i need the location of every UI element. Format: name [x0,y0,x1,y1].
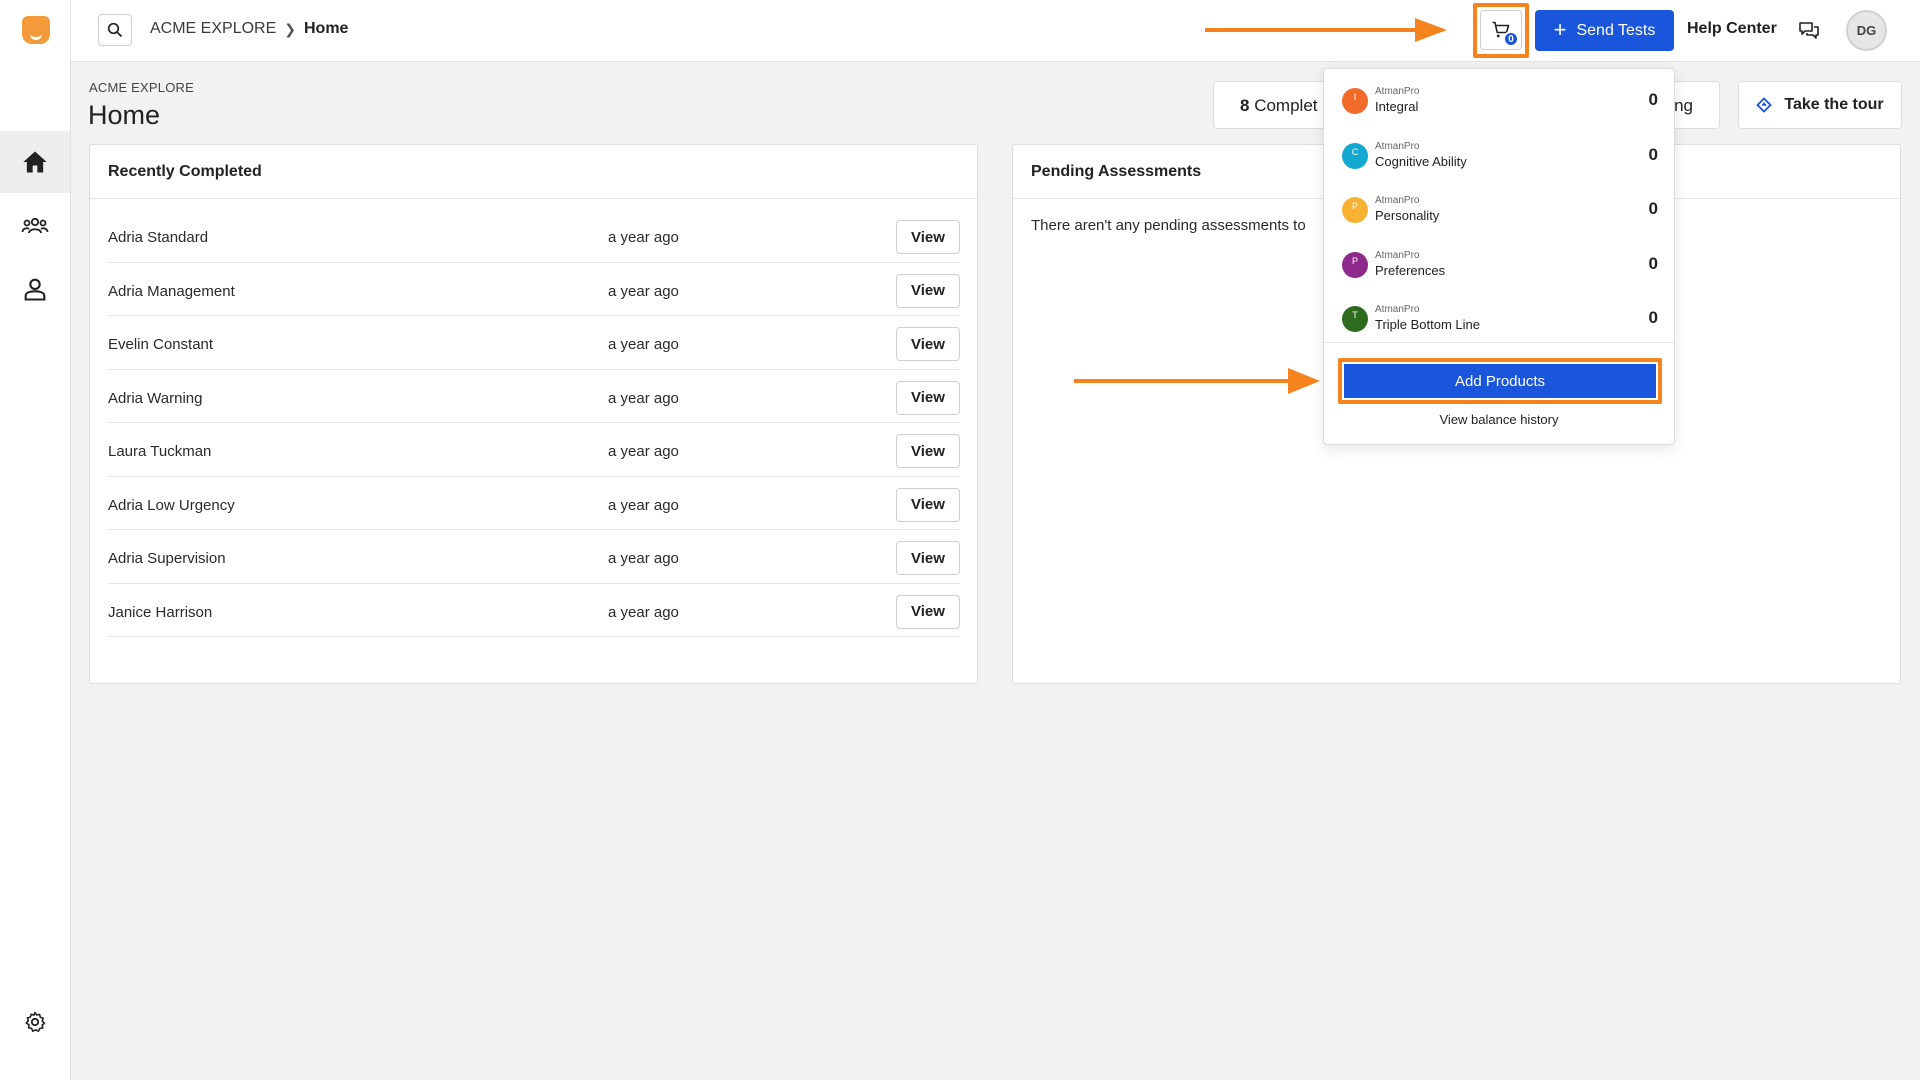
row-name: Janice Harrison [108,603,213,621]
home-icon [23,151,47,173]
table-row: Janice Harrison a year ago View [108,584,960,637]
view-balance-history-link[interactable]: View balance history [1324,412,1674,427]
row-name: Adria Warning [108,389,203,407]
view-button[interactable]: View [896,434,960,468]
row-timestamp: a year ago [608,282,679,300]
gear-icon [25,1011,46,1032]
product-item[interactable]: P AtmanPro Preferences 0 [1342,247,1658,297]
product-brand: AtmanPro [1375,140,1420,152]
sidebar-item-teams[interactable] [0,195,70,257]
add-products-button[interactable]: Add Products [1344,364,1656,398]
product-badge-icon: P [1342,197,1368,223]
table-row: Adria Standard a year ago View [108,209,960,263]
page-org-label: ACME EXPLORE [89,80,194,95]
recent-rows: Adria Standard a year ago View Adria Manage… [90,199,977,637]
breadcrumb-org[interactable]: ACME EXPLORE [150,20,276,38]
help-center-link[interactable]: Help Center [1687,20,1777,38]
dropdown-divider [1324,342,1674,343]
plus-icon: + [1553,16,1567,42]
user-icon [24,278,46,301]
tour-diamond-icon [1756,97,1773,113]
row-name: Evelin Constant [108,336,214,353]
completed-label: Complet [1254,96,1318,115]
row-timestamp: a year ago [608,603,679,621]
send-tests-label: Send Tests [1576,21,1656,39]
search-icon [107,22,123,38]
product-count: 0 [1648,199,1658,218]
row-name: Adria Low Urgency [108,496,235,514]
arrow-annotation-add-products [1074,368,1320,394]
take-tour-button[interactable]: Take the tour [1738,81,1902,129]
row-timestamp: a year ago [608,336,679,353]
breadcrumb: ACME EXPLORE ❯ Home [150,20,348,38]
product-name: Triple Bottom Line [1375,317,1481,332]
product-badge-icon: P [1342,251,1368,278]
cart-count-badge: 0 [1503,31,1519,47]
pending-empty-text: There aren't any pending assessments to [1031,217,1306,234]
cart-dropdown: I AtmanPro Integral 0 C AtmanPro Cognitive Abi… [1323,68,1675,445]
view-button[interactable]: View [896,327,960,361]
summary-tail-label: ng [1674,96,1693,115]
table-row: Adria Supervision a year ago View [108,530,960,584]
product-item[interactable]: P AtmanPro Personality 0 [1342,192,1658,242]
row-name: Laura Tuckman [108,443,212,460]
completed-count: 8 [1240,96,1250,115]
table-row: Adria Low Urgency a year ago View [108,477,960,530]
row-timestamp: a year ago [608,443,679,460]
product-name: Integral [1375,99,1419,114]
sidebar-item-home[interactable] [0,131,70,193]
arrow-annotation-cart [1205,18,1447,42]
page-title: Home [88,100,161,130]
sidebar-item-settings[interactable] [0,991,70,1053]
product-count: 0 [1648,90,1658,109]
take-tour-label: Take the tour [1784,96,1884,113]
view-button[interactable]: View [896,380,960,415]
product-item[interactable]: C AtmanPro Cognitive Ability 0 [1342,138,1658,188]
sidebar-item-profile[interactable] [0,258,70,320]
product-item[interactable]: I AtmanPro Integral 0 [1342,83,1658,133]
view-button[interactable]: View [896,220,960,254]
row-name: Adria Supervision [108,550,226,567]
logo-icon[interactable] [22,16,50,44]
table-row: Adria Management a year ago View [108,263,960,316]
view-button[interactable]: View [896,273,960,308]
row-name: Adria Management [108,282,235,300]
product-brand: AtmanPro [1375,249,1420,261]
search-button[interactable] [98,14,132,46]
product-name: Preferences [1375,262,1446,278]
recently-completed-title: Recently Completed [90,145,977,199]
people-icon [21,217,49,234]
product-brand: AtmanPro [1375,195,1420,206]
view-button[interactable]: View [896,487,960,522]
product-count: 0 [1648,308,1658,327]
product-brand: AtmanPro [1375,86,1420,97]
row-timestamp: a year ago [608,550,679,567]
product-name: Cognitive Ability [1375,153,1467,169]
breadcrumb-current: Home [304,20,349,37]
product-badge-icon: I [1342,88,1368,114]
row-timestamp: a year ago [608,496,679,514]
cart-button[interactable]: 0 [1480,10,1522,50]
product-badge-icon: T [1342,306,1368,332]
row-timestamp: a year ago [608,389,679,407]
user-avatar[interactable]: DG [1846,10,1887,51]
product-badge-icon: C [1342,142,1368,169]
row-timestamp: a year ago [608,229,679,246]
product-count: 0 [1648,144,1658,164]
send-tests-button[interactable]: + Send Tests [1535,10,1674,51]
chat-icon[interactable] [1797,18,1821,42]
product-brand: AtmanPro [1375,304,1420,315]
table-row: Adria Warning a year ago View [108,370,960,423]
row-name: Adria Standard [108,229,209,246]
view-button[interactable]: View [896,541,960,575]
sidebar [0,0,71,1080]
recently-completed-card: Recently Completed Adria Standard a year … [89,144,978,684]
chevron-right-icon: ❯ [284,20,296,37]
product-count: 0 [1648,253,1658,273]
product-name: Personality [1375,208,1440,223]
table-row: Laura Tuckman a year ago View [108,423,960,477]
table-row: Evelin Constant a year ago View [108,316,960,370]
product-item[interactable]: T AtmanPro Triple Bottom Line 0 [1342,301,1658,351]
view-button[interactable]: View [896,594,960,629]
